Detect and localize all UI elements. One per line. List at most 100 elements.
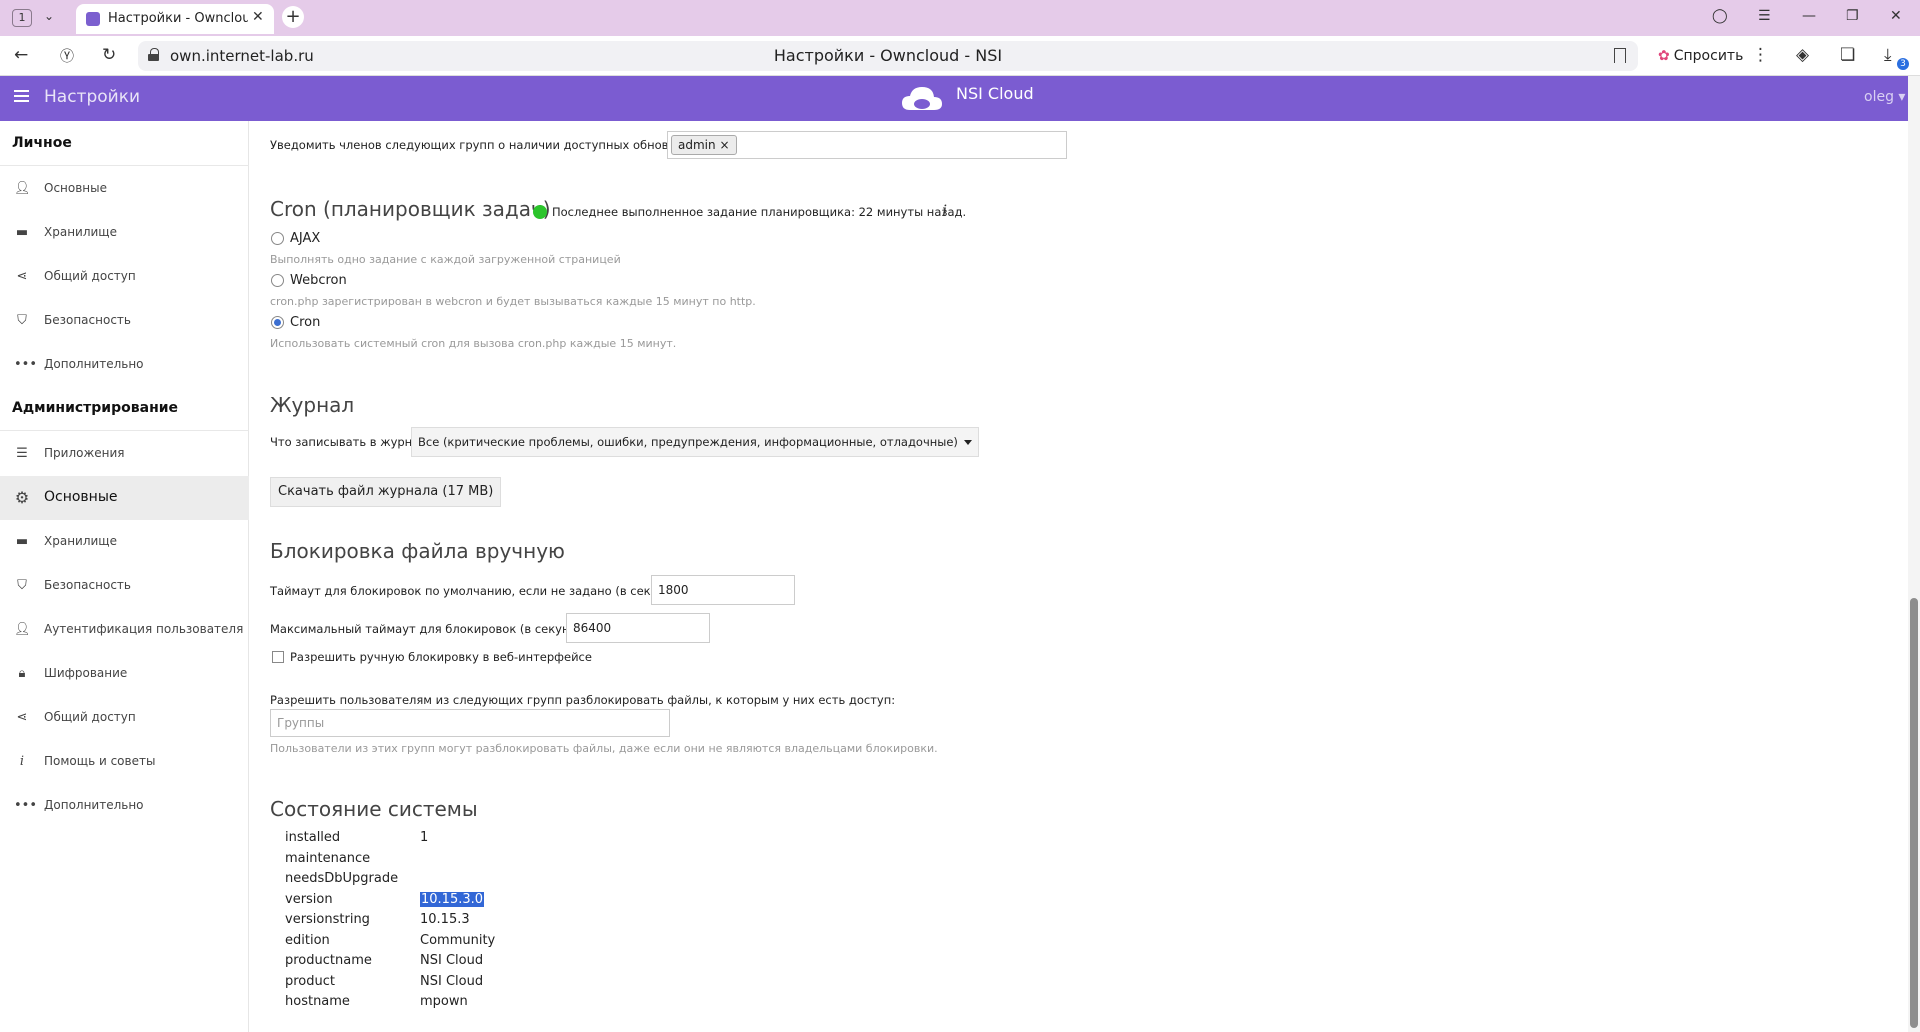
allow-manual-lock-checkbox[interactable] (272, 651, 284, 663)
cron-option-label[interactable]: Webcron (290, 273, 347, 288)
browser-tab-active[interactable]: Настройки - Owncloud ✕ (76, 4, 274, 34)
cron-status-dot-icon (533, 205, 547, 219)
default-timeout-label: Таймаут для блокировок по умолчанию, есл… (270, 584, 692, 598)
page-scrollbar[interactable] (1908, 76, 1920, 1032)
downloads-badge: 3 (1897, 58, 1909, 70)
cron-info-icon[interactable]: i (942, 201, 947, 220)
sidebar-item-label: Приложения (44, 446, 125, 460)
sidebar-item-label: Дополнительно (44, 798, 144, 812)
sidebar-item-label: Общий доступ (44, 269, 136, 283)
scrollbar-thumb[interactable] (1910, 598, 1918, 1028)
sidebar-item-label: Основные (44, 489, 118, 505)
status-key: product (285, 974, 336, 989)
cron-option-hint: cron.php зарегистрирован в webcron и буд… (270, 295, 756, 308)
back-arrow-icon[interactable]: ← (14, 45, 28, 65)
sidebar-item-personal-storage[interactable]: ▬ Хранилище (0, 211, 249, 255)
chevron-down-icon (963, 440, 972, 445)
status-key: hostname (285, 994, 350, 1009)
sidebar-item-personal-security[interactable]: ⛉ Безопасность (0, 299, 249, 343)
sidebar-item-admin-additional[interactable]: ••• Дополнительно (0, 784, 249, 828)
update-notify-groups-input[interactable]: admin × (667, 131, 1067, 159)
share-icon: ⋖ (16, 269, 28, 284)
cron-radio-cron[interactable] (271, 316, 284, 329)
unlock-groups-input[interactable]: Группы (270, 709, 670, 737)
settings-sidebar: Личное 👤︎ Основные ▬ Хранилище ⋖ Общий д… (0, 121, 249, 1032)
bookmark-icon[interactable] (1614, 48, 1626, 63)
allow-manual-lock-label[interactable]: Разрешить ручную блокировку в веб-интерф… (290, 650, 592, 664)
url-field[interactable]: own.internet-lab.ru Настройки - Owncloud… (138, 41, 1638, 71)
page-title: Настройки - Owncloud - NSI (773, 46, 1003, 65)
cron-radio-webcron[interactable] (271, 274, 284, 287)
translate-icon[interactable]: ◈ (1796, 45, 1809, 65)
collections-icon[interactable]: ❏ (1840, 45, 1855, 65)
tab-close-icon[interactable]: ✕ (252, 9, 264, 25)
max-timeout-label: Максимальный таймаут для блокировок (в с… (270, 622, 596, 636)
user-menu[interactable]: oleg ▾ (1864, 89, 1905, 105)
status-value: NSI Cloud (420, 953, 484, 968)
status-value: mpown (420, 994, 468, 1009)
sidebar-item-label: Дополнительно (44, 357, 144, 371)
log-level-select[interactable]: Все (критические проблемы, ошибки, преду… (411, 427, 979, 457)
status-value: 1 (420, 830, 429, 845)
tab-count-button[interactable]: 1 (12, 9, 32, 27)
sidebar-item-admin-security[interactable]: ⛉ Безопасность (0, 564, 249, 608)
person-icon: 👤︎ (14, 622, 31, 637)
menu-dots-icon[interactable]: ⋮ (1752, 45, 1769, 65)
sidebar-item-personal-additional[interactable]: ••• Дополнительно (0, 343, 249, 387)
sidebar-item-admin-user-auth[interactable]: 👤︎ Аутентификация пользователя (0, 608, 249, 652)
sidebar-divider (0, 430, 249, 431)
sidebar-item-personal-sharing[interactable]: ⋖ Общий доступ (0, 255, 249, 299)
cloud-logo-icon[interactable] (900, 82, 944, 114)
reload-icon[interactable]: ↻ (102, 45, 116, 65)
cron-option-label[interactable]: Cron (290, 315, 320, 330)
group-tag-admin[interactable]: admin × (671, 135, 737, 155)
list-icon: ☰ (16, 446, 28, 461)
sidebar-item-admin-storage[interactable]: ▬ Хранилище (0, 520, 249, 564)
download-log-button[interactable]: Скачать файл журнала (17 MB) (270, 477, 502, 507)
sidebar-item-admin-apps[interactable]: ☰ Приложения (0, 432, 249, 476)
window-close-icon[interactable]: ✕ (1890, 8, 1902, 24)
sidebar-item-admin-help[interactable]: i Помощь и советы (0, 740, 249, 784)
restore-icon[interactable]: ❐ (1846, 8, 1859, 24)
folder-icon: ▬ (15, 225, 29, 240)
new-tab-plus-icon[interactable]: + (282, 6, 304, 28)
settings-content: Уведомить членов следующих групп о налич… (250, 121, 1900, 1032)
sidebar-item-admin-general[interactable]: ⚙ Основные (0, 476, 249, 520)
status-value-version[interactable]: 10.15.3.0 (420, 892, 485, 907)
log-section-title: Журнал (270, 393, 355, 417)
status-key: productname (285, 953, 372, 968)
sidebar-item-admin-encryption[interactable]: 🔒︎ Шифрование (0, 652, 249, 696)
app-title[interactable]: Настройки (44, 87, 140, 107)
cron-option-hint: Использовать системный cron для вызова c… (270, 337, 677, 350)
sidebar-item-admin-sharing[interactable]: ⋖ Общий доступ (0, 696, 249, 740)
minimize-icon[interactable]: — (1802, 8, 1816, 24)
sidebar-item-personal-general[interactable]: 👤︎ Основные (0, 167, 249, 211)
remove-tag-icon[interactable]: × (719, 138, 729, 152)
sidebar-item-label: Аутентификация пользователя (44, 622, 244, 636)
downloads-icon[interactable]: ⤓ (1884, 45, 1892, 65)
cron-option-label[interactable]: AJAX (290, 231, 320, 246)
profile-icon[interactable]: ◯ (1712, 8, 1728, 24)
hamburger-menu-icon[interactable] (14, 90, 29, 102)
user-caret-icon: ▾ (1898, 89, 1906, 105)
status-key: versionstring (285, 912, 370, 927)
ask-button[interactable]: ✿ Спросить (1648, 43, 1754, 69)
more-icon: ••• (14, 798, 38, 813)
sidebar-item-label: Помощь и советы (44, 754, 156, 768)
sidebar-item-label: Шифрование (44, 666, 128, 680)
yandex-icon[interactable]: Ⓨ (60, 46, 74, 66)
status-key: version (285, 892, 333, 907)
system-status-title: Состояние системы (270, 797, 478, 821)
default-timeout-input[interactable]: 1800 (651, 575, 795, 605)
cron-status-text: Последнее выполненное задание планировщи… (552, 205, 967, 219)
tabs-menu-icon[interactable]: ☰ (1758, 8, 1771, 24)
max-timeout-input[interactable]: 86400 (566, 613, 710, 643)
tab-list-chevron-icon[interactable]: ⌄ (44, 9, 54, 23)
info-icon: i (19, 754, 25, 769)
gear-icon: ⚙ (14, 488, 30, 507)
folder-icon: ▬ (15, 534, 29, 549)
status-key: installed (285, 830, 341, 845)
sidebar-item-label: Общий доступ (44, 710, 136, 724)
sidebar-item-label: Безопасность (44, 313, 131, 327)
cron-radio-ajax[interactable] (271, 232, 284, 245)
